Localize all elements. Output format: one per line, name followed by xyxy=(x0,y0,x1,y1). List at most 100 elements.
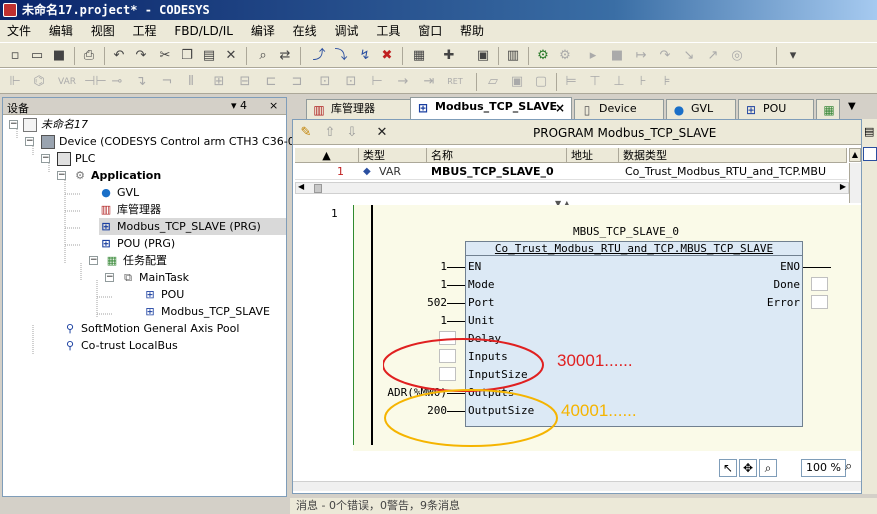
fbd-ret-icon[interactable]: RET xyxy=(446,73,464,91)
menu-file[interactable]: 文件 xyxy=(0,20,38,42)
add-object-icon[interactable]: ✚ xyxy=(440,47,458,65)
login-icon[interactable]: ⤴ xyxy=(310,47,328,65)
run-icon[interactable]: ▸ xyxy=(584,47,602,65)
fbd-ladder4-icon[interactable]: ⊦ xyxy=(634,73,652,91)
calculator-icon[interactable]: ▥ xyxy=(504,47,522,65)
settings-icon[interactable]: ⚙ xyxy=(534,47,552,65)
input-value-unit[interactable]: 1 xyxy=(440,314,447,327)
fbd-reset-icon[interactable]: ⊟ xyxy=(236,73,254,91)
fbd-var-icon[interactable]: VAR xyxy=(58,73,76,91)
output-box-error[interactable] xyxy=(811,295,828,309)
menu-edit[interactable]: 编辑 xyxy=(42,20,80,42)
expand-application-toggle[interactable]: − xyxy=(57,171,66,180)
copy-icon[interactable]: ❐ xyxy=(178,47,196,65)
step-out-icon[interactable]: ↗ xyxy=(704,47,722,65)
logout-icon[interactable]: ⤵ xyxy=(332,47,350,65)
menu-tools[interactable]: 工具 xyxy=(369,20,407,42)
tab-list-icon[interactable]: ▼ xyxy=(848,101,856,112)
toolbar-options-icon[interactable]: ▾ xyxy=(784,47,802,65)
tab-library-manager[interactable]: ▥ 库管理器 xyxy=(306,99,412,119)
tree-item-gvl[interactable]: ● GVL xyxy=(99,184,139,201)
pan-icon[interactable]: ✥ xyxy=(739,459,757,477)
delete-icon[interactable]: ✕ xyxy=(222,47,240,65)
tree-item-softmotion[interactable]: ⚲ SoftMotion General Axis Pool xyxy=(63,320,239,337)
fbd-contact-icon[interactable]: ⊣⊢ xyxy=(84,73,107,91)
tree-item-task-pou[interactable]: ⊞ POU xyxy=(143,286,184,303)
zoom-level[interactable]: 100 % xyxy=(801,459,846,477)
open-icon[interactable]: ▭ xyxy=(28,47,46,65)
menu-online[interactable]: 在线 xyxy=(286,20,324,42)
paste-icon[interactable]: ▤ xyxy=(200,47,218,65)
menu-view[interactable]: 视图 xyxy=(84,20,122,42)
output-box-done[interactable] xyxy=(811,277,828,291)
expand-project-toggle[interactable]: − xyxy=(9,120,18,129)
compile-icon[interactable]: ▦ xyxy=(410,47,428,65)
expand-plc-toggle[interactable]: − xyxy=(41,154,50,163)
scroll-left-arrow[interactable]: ◀ xyxy=(298,182,304,191)
menu-build[interactable]: 编译 xyxy=(244,20,282,42)
fbd-ladder3-icon[interactable]: ⊥ xyxy=(610,73,628,91)
tree-item-task-config[interactable]: ▦ 任务配置 xyxy=(105,252,167,269)
input-value-en[interactable]: 1 xyxy=(440,260,447,273)
input-value-port[interactable]: 502 xyxy=(427,296,447,309)
table-vertical-scrollbar[interactable] xyxy=(849,163,861,203)
delete-variable-icon[interactable]: ✕ xyxy=(373,124,391,142)
print-icon[interactable]: ⎙ xyxy=(80,47,98,65)
expand-task-config-toggle[interactable]: − xyxy=(89,256,98,265)
tab-modbus-tcp-slave[interactable]: ⊞ Modbus_TCP_SLAVE × xyxy=(410,97,572,119)
menu-debug[interactable]: 调试 xyxy=(328,20,366,42)
step-icon[interactable]: ↦ xyxy=(632,47,650,65)
fbd-cut-icon[interactable]: ▢ xyxy=(532,73,550,91)
fbd-network-icon[interactable]: ⊩ xyxy=(6,73,24,91)
find-icon[interactable]: ⌕ xyxy=(254,47,272,65)
tree-item-localbus[interactable]: ⚲ Co-trust LocalBus xyxy=(63,337,178,354)
tree-item-maintask[interactable]: ⧉ MainTask xyxy=(121,269,189,286)
tree-item-plc[interactable]: PLC xyxy=(57,150,95,167)
fbd-ladder5-icon[interactable]: ⊧ xyxy=(658,73,676,91)
menu-fbd[interactable]: FBD/LD/IL xyxy=(167,20,240,42)
auto-declare-icon[interactable]: ✎ xyxy=(297,124,315,142)
fbd-label-icon[interactable]: ⇥ xyxy=(420,73,438,91)
fbd-jump-icon[interactable]: ↴ xyxy=(132,73,150,91)
halt-icon[interactable]: ■ xyxy=(608,47,626,65)
tab-device[interactable]: ▯ Device xyxy=(574,99,664,119)
expand-device-toggle[interactable]: − xyxy=(25,137,34,146)
tab-close-icon[interactable]: × xyxy=(555,99,565,117)
col-header-name[interactable]: 名称 xyxy=(427,148,567,163)
fbd-arrow-icon[interactable]: → xyxy=(394,73,412,91)
stop-icon[interactable]: ✖ xyxy=(378,47,396,65)
reset-icon[interactable]: ⚙ xyxy=(556,47,574,65)
fbd-set-icon[interactable]: ⊞ xyxy=(210,73,228,91)
save-icon[interactable]: ■ xyxy=(50,47,68,65)
fbd-edge-icon[interactable]: ⊡ xyxy=(342,73,360,91)
undo-icon[interactable]: ↶ xyxy=(110,47,128,65)
zoom-icon[interactable]: ⌕ xyxy=(759,459,777,477)
zoom-fit-icon[interactable]: ⌕ xyxy=(845,459,852,474)
tree-item-application[interactable]: ⚙ Application xyxy=(73,167,161,184)
network-horizontal-scrollbar[interactable] xyxy=(293,481,861,491)
fbd-branch-icon[interactable]: ⊡ xyxy=(316,73,334,91)
fbd-stop-icon[interactable]: ▣ xyxy=(508,73,526,91)
col-header-kind[interactable]: 类型 xyxy=(359,148,427,163)
tree-item-modbus-prg[interactable]: ⊞ Modbus_TCP_SLAVE (PRG) xyxy=(99,218,286,235)
menu-help[interactable]: 帮助 xyxy=(453,20,491,42)
menu-project[interactable]: 工程 xyxy=(126,20,164,42)
tab-gvl[interactable]: ● GVL xyxy=(666,99,736,119)
table-row[interactable]: 1 ◆ VAR MBUS_TCP_SLAVE_0 Co_Trust_Modbus… xyxy=(295,165,847,180)
properties-icon[interactable]: ▣ xyxy=(474,47,492,65)
fbd-box-icon[interactable]: ⌬ xyxy=(30,73,48,91)
input-value-mode[interactable]: 1 xyxy=(440,278,447,291)
breakpoint-icon[interactable]: ◎ xyxy=(728,47,746,65)
panel-pin-control[interactable]: ▾ 4 xyxy=(231,99,247,112)
fb-instance-name[interactable]: MBUS_TCP_SLAVE_0 xyxy=(573,225,679,238)
menu-window[interactable]: 窗口 xyxy=(411,20,449,42)
fbd-line-icon[interactable]: ⊢ xyxy=(368,73,386,91)
tree-item-task-modbus[interactable]: ⊞ Modbus_TCP_SLAVE xyxy=(143,303,270,320)
table-sort-header[interactable]: ▲ xyxy=(295,148,359,163)
cut-icon[interactable]: ✂ xyxy=(156,47,174,65)
fbd-output-icon[interactable]: ⊐ xyxy=(288,73,306,91)
move-down-icon[interactable]: ⇩ xyxy=(343,124,361,142)
fbd-input-icon[interactable]: ⊏ xyxy=(262,73,280,91)
replace-icon[interactable]: ⇄ xyxy=(276,47,294,65)
tree-item-project[interactable]: 未命名17 xyxy=(23,116,88,133)
